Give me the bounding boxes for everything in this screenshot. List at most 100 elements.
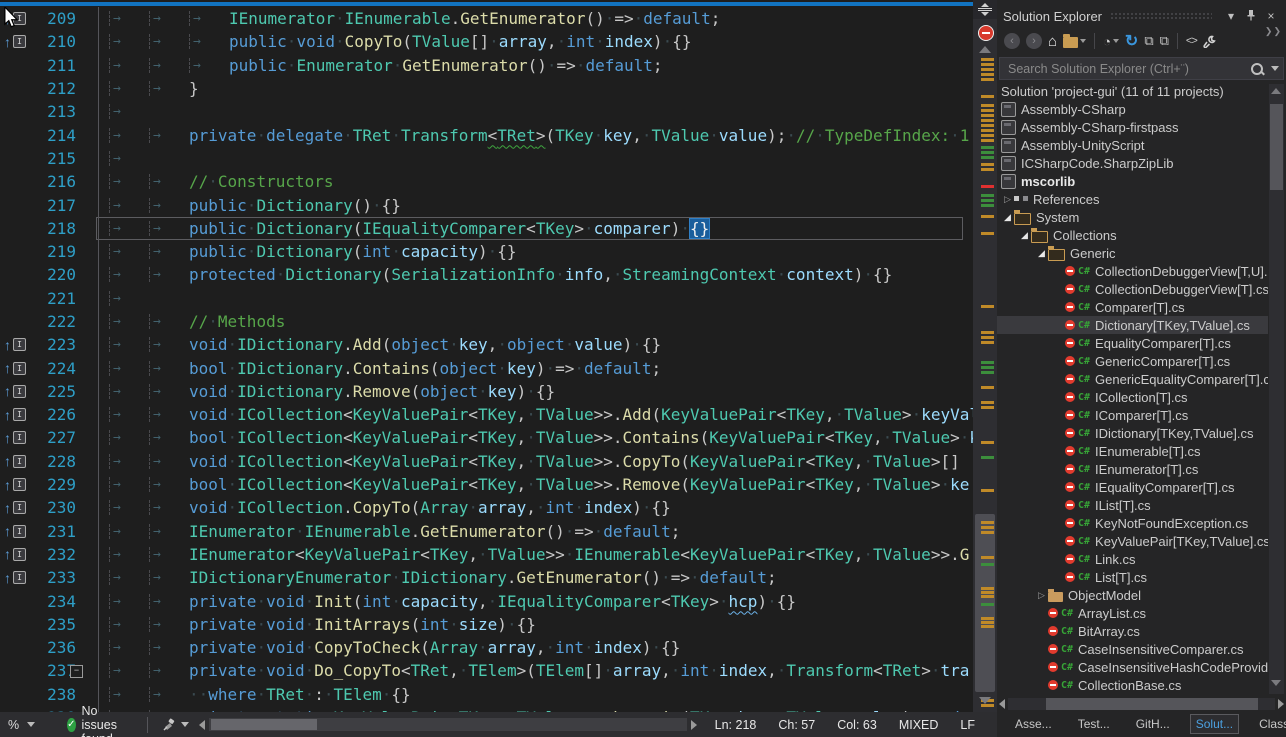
code-text[interactable]: →→} [109,79,199,98]
code-text[interactable]: →→IEnumerator·IEnumerable.GetEnumerator(… [109,522,680,541]
home-icon[interactable]: ⌂ [1045,30,1060,52]
code-line-212[interactable]: 212→→} [0,77,973,100]
code-line-220[interactable]: 220→→protected·Dictionary(SerializationI… [0,263,973,286]
selection-margin[interactable] [79,380,99,403]
view-code-icon[interactable]: <> [1183,30,1200,52]
override-glyph-icon[interactable]: ↑I [0,361,28,375]
search-caret-icon[interactable] [1271,66,1279,71]
override-glyph-icon[interactable]: ↑I [0,35,28,49]
tree-item-generic[interactable]: ◢Generic [997,244,1268,262]
code-lines[interactable]: ↑I209→→→IEnumerator·IEnumerable.GetEnume… [0,7,973,712]
code-line-215[interactable]: 215→ [0,147,973,170]
code-text[interactable]: →→protected·Dictionary(SerializationInfo… [109,265,892,284]
collapse-arrow-icon[interactable]: ◢ [1018,230,1031,241]
tree-item-link-cs[interactable]: C#Link.cs [997,550,1268,568]
selection-margin[interactable] [79,30,99,53]
code-line-216[interactable]: 216→→//·Constructors [0,170,973,193]
toolbar-overflow-icon[interactable]: ❯❯ [1265,26,1282,37]
tree-item-ilist-t-cs[interactable]: C#IList[T].cs [997,496,1268,514]
horizontal-scroll-thumb[interactable] [211,719,317,730]
tool-window-tab-test[interactable]: Test... [1072,714,1116,734]
pin-icon[interactable] [1242,9,1260,24]
fold-collapse-icon[interactable]: − [70,665,83,678]
code-line-234[interactable]: 234→→private·void·Init(int·capacity,·IEq… [0,589,973,612]
code-line-231[interactable]: ↑I231→→IEnumerator·IEnumerable.GetEnumer… [0,520,973,543]
selection-margin[interactable] [79,543,99,566]
code-text[interactable]: →→void·ICollection<KeyValuePair<TKey,·TV… [109,452,960,471]
code-text[interactable]: →→private·delegate·TRet·Transform<TRet>(… [109,126,969,145]
tree-item-system[interactable]: ◢System [997,208,1268,226]
selection-margin[interactable] [79,77,99,100]
selection-margin[interactable] [79,566,99,589]
tree-scrollbar-thumb[interactable] [1270,104,1283,190]
code-text[interactable]: → [109,104,149,119]
properties-wrench-icon[interactable] [1200,30,1219,52]
search-box[interactable]: Search Solution Explorer (Ctrl+¨) [999,57,1284,80]
code-line-213[interactable]: 213→ [0,100,973,123]
selection-margin[interactable] [79,356,99,379]
code-text[interactable]: →→bool·IDictionary.Contains(object·key)·… [109,359,661,378]
search-icon[interactable] [1251,63,1263,75]
tree-hscroll-thumb[interactable] [1046,698,1258,710]
tree-item-comparer-t-cs[interactable]: C#Comparer[T].cs [997,298,1268,316]
selection-margin[interactable] [79,170,99,193]
collapse-arrow-icon[interactable]: ◢ [1001,212,1014,223]
tree-item-objectmodel[interactable]: ▷ObjectModel [997,586,1268,604]
code-line-224[interactable]: ↑I224→→bool·IDictionary.Contains(object·… [0,356,973,379]
code-text[interactable]: →→private·void·CopyToCheck(Array·array,·… [109,638,680,657]
selection-margin[interactable] [79,403,99,426]
code-text[interactable]: →→public·Dictionary(int·capacity)·{} [109,242,517,261]
code-line-228[interactable]: ↑I228→→void·ICollection<KeyValuePair<TKe… [0,450,973,473]
selection-margin[interactable] [79,123,99,146]
code-text[interactable]: →→private·void·Init(int·capacity,·IEqual… [109,592,796,611]
tree-item-assembly-csharp[interactable]: Assembly-CSharp [997,100,1268,118]
selection-margin[interactable] [79,263,99,286]
selection-margin[interactable] [79,613,99,636]
override-glyph-icon[interactable]: ↑I [0,478,28,492]
scroll-down-arrow-icon[interactable] [1271,680,1281,686]
tree-item-genericequalitycomparer-t-cs[interactable]: C#GenericEqualityComparer[T].cs [997,370,1268,388]
code-text[interactable]: →→→public·Enumerator·GetEnumerator()·=>·… [109,56,663,75]
tree-horizontal-scrollbar[interactable] [999,697,1284,710]
tree-item-solution-project-gui-11-of-11-projects-[interactable]: Solution 'project-gui' (11 of 11 project… [997,82,1268,100]
selection-margin[interactable] [79,147,99,170]
code-line-210[interactable]: ↑I210→→→public·void·CopyTo(TValue[]·arra… [0,30,973,53]
code-text[interactable]: →→private·void·Do_CopyTo<TRet,·TElem>(TE… [109,661,969,680]
selection-margin[interactable] [79,217,99,240]
selection-margin[interactable] [79,473,99,496]
tree-item-equalitycomparer-t-cs[interactable]: C#EqualityComparer[T].cs [997,334,1268,352]
tree-item-icollection-t-cs[interactable]: C#ICollection[T].cs [997,388,1268,406]
code-line-238[interactable]: 238→→··where·TRet·:·TElem·{} [0,683,973,706]
tree-item-list-t-cs[interactable]: C#List[T].cs [997,568,1268,586]
code-line-218[interactable]: 218→→public·Dictionary(IEqualityComparer… [0,217,973,240]
pending-changes-filter-icon[interactable]: ◔ [1100,30,1122,52]
code-text[interactable]: →→void·ICollection<KeyValuePair<TKey,·TV… [109,405,973,424]
selection-margin[interactable] [79,520,99,543]
scroll-up-arrow-icon[interactable] [979,46,991,53]
document-health[interactable]: ✓ No issues found [67,704,133,737]
sync-document-icon[interactable]: ⧉ [1157,30,1172,52]
zoom-control[interactable]: % [0,718,43,732]
horizontal-scroll-track[interactable] [209,718,687,731]
code-text[interactable]: →→void·IDictionary.Remove(object·key)·{} [109,382,555,401]
override-glyph-icon[interactable]: ↑I [0,524,28,538]
code-line-229[interactable]: ↑I229→→bool·ICollection<KeyValuePair<TKe… [0,473,973,496]
tree-item-icomparer-t-cs[interactable]: C#IComparer[T].cs [997,406,1268,424]
code-line-217[interactable]: 217→→public·Dictionary()·{} [0,193,973,216]
code-text[interactable]: →→//·Methods [109,312,285,331]
code-text[interactable]: →→→IEnumerator·IEnumerable.GetEnumerator… [109,9,720,28]
editor-horizontal-scrollbar[interactable] [199,718,697,731]
tree-item-assembly-csharp-firstpass[interactable]: Assembly-CSharp-firstpass [997,118,1268,136]
tree-item-bitarray-cs[interactable]: C#BitArray.cs [997,622,1268,640]
code-line-214[interactable]: 214→→private·delegate·TRet·Transform<TRe… [0,123,973,146]
tree-item-keyvaluepair-tkey-tvalue-cs[interactable]: C#KeyValuePair[TKey,TValue].cs [997,532,1268,550]
code-text[interactable]: → [109,151,149,166]
tree-vertical-scrollbar[interactable] [1269,84,1284,694]
selection-margin[interactable] [79,240,99,263]
expand-arrow-icon[interactable]: ▷ [1001,194,1014,205]
expand-arrow-icon[interactable]: ▷ [1035,590,1048,601]
tree-item-mscorlib[interactable]: mscorlib [997,172,1268,190]
code-text[interactable]: →→IDictionaryEnumerator·IDictionary.GetE… [109,568,777,587]
scroll-up-arrow-icon[interactable] [1271,88,1281,94]
selection-margin[interactable] [79,426,99,449]
